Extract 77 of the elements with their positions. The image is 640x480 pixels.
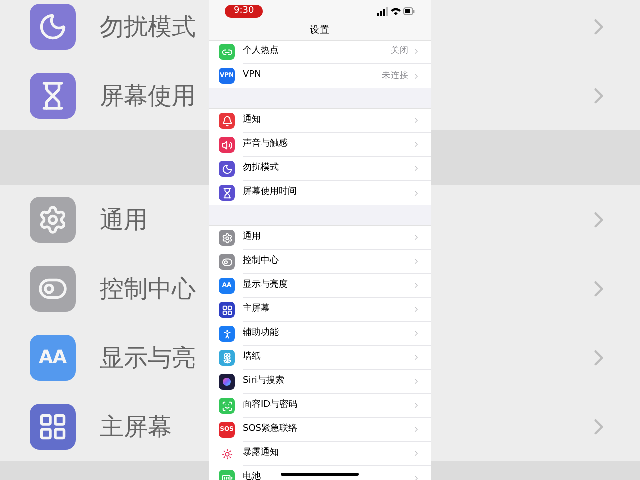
chevron-icon xyxy=(412,377,421,386)
face-scan-icon xyxy=(219,398,235,414)
settings-row[interactable]: Siri与搜索 xyxy=(209,370,431,394)
chevron-icon xyxy=(412,305,421,314)
bell-icon xyxy=(219,113,235,129)
orb-icon xyxy=(219,374,235,390)
row-label: 声音与触感 xyxy=(243,138,288,151)
row-label: 个人热点 xyxy=(243,44,279,58)
settings-row[interactable]: 屏幕使用时间 xyxy=(209,181,431,205)
row-label: 主屏幕 xyxy=(100,412,172,442)
flower-icon xyxy=(219,350,235,366)
row-label: Siri与搜索 xyxy=(243,374,284,388)
status-icons xyxy=(377,6,415,16)
chevron-icon xyxy=(412,257,421,266)
row-label: 控制中心 xyxy=(100,274,196,304)
row-label: 通用 xyxy=(100,204,148,236)
chevron-icon xyxy=(412,353,421,362)
row-label: 主屏幕 xyxy=(243,302,270,316)
settings-row[interactable]: 控制中心 xyxy=(209,250,431,274)
grid-icon xyxy=(219,302,235,318)
settings-row[interactable]: 个人热点 关闭 xyxy=(209,41,431,64)
moon-icon xyxy=(30,4,76,50)
hourglass-icon xyxy=(30,72,76,118)
row-label: 暴露通知 xyxy=(243,446,279,460)
status-time: 9:30 xyxy=(225,4,264,18)
speaker-icon xyxy=(219,137,235,153)
settings-row[interactable]: 墙纸 xyxy=(209,346,431,370)
row-label: 电池 xyxy=(243,471,261,480)
settings-row[interactable]: 主屏幕 xyxy=(209,298,431,322)
chevron-icon xyxy=(412,72,421,80)
row-label: 勿扰模式 xyxy=(243,162,279,175)
row-label: 辅助功能 xyxy=(243,326,279,340)
gear-icon xyxy=(30,196,76,242)
row-label: 控制中心 xyxy=(243,254,279,268)
moon-icon xyxy=(219,161,235,177)
row-label: 显示与亮度 xyxy=(243,278,288,292)
row-label: 显示与亮 xyxy=(100,342,196,374)
row-label: VPN xyxy=(243,69,262,82)
display-icon: AA xyxy=(30,334,76,380)
chevron-icon xyxy=(412,281,421,290)
hourglass-icon xyxy=(219,185,235,201)
row-label: 通用 xyxy=(243,230,261,244)
chevron-icon xyxy=(412,164,421,173)
settings-row[interactable]: 电池 xyxy=(209,466,431,480)
row-label: 墙纸 xyxy=(243,350,261,364)
link-icon xyxy=(219,44,235,60)
chevron-icon xyxy=(412,233,421,242)
grid-icon xyxy=(30,404,76,450)
row-label: SOS紧急联络 xyxy=(243,422,298,436)
chevron-icon xyxy=(412,449,421,458)
toggle-icon xyxy=(219,254,235,270)
settings-row[interactable]: 暴露通知 xyxy=(209,442,431,466)
chevron-icon xyxy=(412,474,421,480)
gear-icon xyxy=(219,230,235,246)
row-label: 屏幕使用 xyxy=(100,80,196,112)
row-label: 面容ID与密码 xyxy=(243,398,298,412)
chevron-icon xyxy=(412,116,421,125)
person-icon xyxy=(219,326,235,342)
settings-row[interactable]: 辅助功能 xyxy=(209,322,431,346)
settings-row[interactable]: 勿扰模式 xyxy=(209,157,431,181)
row-value: 关闭 xyxy=(391,45,409,58)
chevron-icon xyxy=(412,329,421,338)
settings-row[interactable]: 声音与触感 xyxy=(209,133,431,157)
settings-row[interactable]: 通知 xyxy=(209,109,431,133)
chevron-icon xyxy=(412,188,421,198)
chevron-icon xyxy=(412,47,421,56)
chevron-icon xyxy=(412,401,421,410)
chevron-icon xyxy=(412,425,421,434)
toggle-icon xyxy=(30,266,76,312)
chevron-icon xyxy=(412,140,421,149)
row-label: 勿扰模式 xyxy=(100,12,196,42)
settings-row[interactable]: 通用 xyxy=(209,226,431,250)
row-label: 通知 xyxy=(243,114,261,127)
nav-title: 设置 xyxy=(310,24,330,38)
row-label: 屏幕使用时间 xyxy=(243,186,297,200)
settings-row[interactable]: 面容ID与密码 xyxy=(209,394,431,418)
row-value: 未连接 xyxy=(382,70,409,82)
